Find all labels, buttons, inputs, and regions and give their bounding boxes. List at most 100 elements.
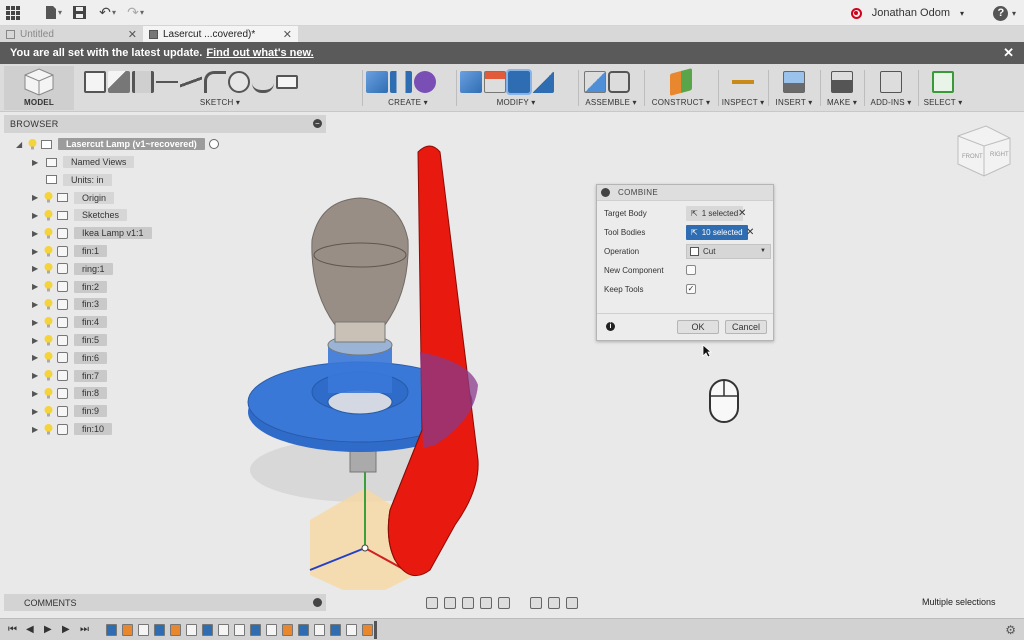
toolbar-group-label[interactable]: SELECT ▾ [920, 98, 966, 108]
bulb-icon[interactable] [44, 352, 53, 363]
chevron-right-icon[interactable]: ▶ [32, 336, 40, 345]
toolbar-group-label[interactable]: ASSEMBLE ▾ [580, 98, 642, 108]
gear-icon[interactable]: ⚙ [1005, 623, 1016, 637]
tree-item[interactable]: ▶ fin:6 [32, 350, 108, 366]
select-icon[interactable] [932, 71, 954, 93]
bulb-icon[interactable] [44, 192, 53, 203]
toolbar-group-label[interactable]: MAKE ▾ [822, 98, 862, 108]
timeline-feature-icon[interactable] [282, 624, 293, 636]
timeline-feature-icon[interactable] [234, 624, 245, 636]
close-icon[interactable]: ✕ [1003, 45, 1014, 61]
spline-icon[interactable] [180, 71, 202, 93]
bulb-icon[interactable] [28, 138, 37, 150]
pan-icon[interactable] [462, 596, 474, 609]
arc-icon[interactable] [252, 71, 274, 93]
close-icon[interactable]: ✕ [128, 28, 137, 41]
clear-selection-icon[interactable]: ✕ [738, 208, 746, 219]
step-back-icon[interactable]: ◀ [26, 624, 34, 635]
tree-item[interactable]: ▶ fin:10 [32, 421, 113, 437]
timeline-feature-icon[interactable] [298, 624, 309, 636]
user-name[interactable]: Jonathan Odom [872, 7, 950, 19]
look-at-icon[interactable] [444, 596, 456, 609]
record-icon[interactable] [850, 7, 862, 19]
timeline-feature-icon[interactable] [266, 624, 277, 636]
chevron-right-icon[interactable]: ▶ [32, 389, 40, 398]
bulb-icon[interactable] [44, 370, 53, 381]
play-icon[interactable]: ▶ [44, 624, 52, 635]
tree-item[interactable]: ▶ fin:7 [32, 368, 108, 384]
rectangle-icon[interactable] [276, 75, 298, 89]
timeline-feature-icon[interactable] [186, 624, 197, 636]
tree-item[interactable]: ▶ Sketches [32, 207, 128, 223]
tree-item[interactable]: ▶ Named Views [32, 154, 135, 170]
timeline-feature-icon[interactable] [106, 624, 117, 636]
collapse-icon[interactable] [601, 188, 610, 197]
fillet-icon[interactable] [484, 71, 506, 93]
press-pull-icon[interactable] [460, 71, 482, 93]
go-to-end-icon[interactable]: ⏭ [80, 624, 89, 635]
chevron-right-icon[interactable]: ▶ [32, 229, 40, 238]
toolbar-group-label[interactable]: MODIFY ▾ [456, 98, 576, 108]
fillet-sketch-icon[interactable] [204, 71, 226, 93]
timeline-feature-icon[interactable] [138, 624, 149, 636]
chevron-right-icon[interactable]: ▶ [32, 211, 40, 220]
viewcube[interactable]: FRONT RIGHT [950, 118, 1016, 184]
comments-panel-header[interactable]: COMMENTS [4, 594, 326, 611]
cancel-button[interactable]: Cancel [725, 320, 767, 334]
chevron-right-icon[interactable]: ▶ [32, 264, 40, 273]
chevron-right-icon[interactable]: ▶ [32, 371, 40, 380]
clear-selection-icon[interactable]: ✕ [746, 227, 754, 238]
timeline-feature-icon[interactable] [362, 624, 373, 636]
dialog-header[interactable]: COMBINE [597, 185, 773, 201]
revolve-icon[interactable] [390, 71, 412, 93]
step-forward-icon[interactable]: ▶ [62, 624, 70, 635]
app-grid-icon[interactable] [0, 0, 26, 26]
toolbar-group-label[interactable]: INSERT ▾ [770, 98, 818, 108]
timeline-feature-icon[interactable] [346, 624, 357, 636]
extrude-icon[interactable] [366, 71, 388, 93]
info-icon[interactable]: i [606, 322, 615, 331]
tree-item[interactable]: Units: in [32, 172, 112, 188]
toolbar-group-label[interactable]: INSPECT ▾ [720, 98, 766, 108]
close-icon[interactable]: ✕ [283, 28, 292, 41]
tree-item[interactable]: ▶ fin:8 [32, 385, 108, 401]
go-to-start-icon[interactable]: ⏮ [8, 624, 17, 635]
timeline-feature-icon[interactable] [250, 624, 261, 636]
tab-untitled[interactable]: Untitled ✕ [0, 26, 143, 42]
timeline-marker[interactable] [374, 621, 377, 639]
timeline-feature-icon[interactable] [202, 624, 213, 636]
workspace-switcher[interactable]: MODEL [4, 66, 74, 110]
joint-icon[interactable] [608, 71, 630, 93]
tool-bodies-selector[interactable]: ⇱ 10 selected [686, 224, 748, 240]
pattern-icon[interactable] [414, 71, 436, 93]
tree-item[interactable]: ▶ Ikea Lamp v1:1 [32, 225, 152, 241]
timeline-feature-icon[interactable] [218, 624, 229, 636]
bulb-icon[interactable] [44, 387, 53, 399]
expand-icon[interactable] [313, 598, 322, 607]
chevron-right-icon[interactable]: ▶ [32, 353, 40, 362]
bulb-icon[interactable] [44, 423, 53, 435]
operation-select[interactable]: Cut ▼ [686, 243, 771, 259]
radio-icon[interactable] [208, 139, 219, 149]
chevron-down-icon[interactable]: ◢ [16, 140, 24, 149]
save-icon[interactable] [66, 0, 92, 26]
tree-item[interactable]: ▶ Origin [32, 190, 115, 206]
bulb-icon[interactable] [44, 209, 53, 221]
bulb-icon[interactable] [44, 334, 53, 346]
chevron-right-icon[interactable]: ▶ [32, 247, 40, 256]
chevron-right-icon[interactable]: ▶ [32, 282, 40, 291]
tab-lasercut[interactable]: Lasercut ...covered)* ✕ [143, 26, 298, 42]
keep-tools-checkbox[interactable]: ✓ [686, 284, 696, 294]
grid-settings-icon[interactable] [548, 596, 560, 609]
toolbar-group-label[interactable]: SKETCH ▾ [80, 98, 360, 108]
tree-item[interactable]: ▶ fin:9 [32, 403, 108, 419]
stop-sketch-icon[interactable] [108, 71, 130, 93]
bulb-icon[interactable] [44, 227, 53, 239]
viewports-icon[interactable] [566, 596, 578, 609]
combine-icon[interactable] [506, 69, 532, 95]
mirror-icon[interactable] [132, 71, 154, 93]
new-component-icon[interactable] [584, 71, 606, 93]
bulb-icon[interactable] [44, 245, 53, 257]
bulb-icon[interactable] [44, 316, 53, 328]
shell-icon[interactable] [532, 71, 554, 93]
